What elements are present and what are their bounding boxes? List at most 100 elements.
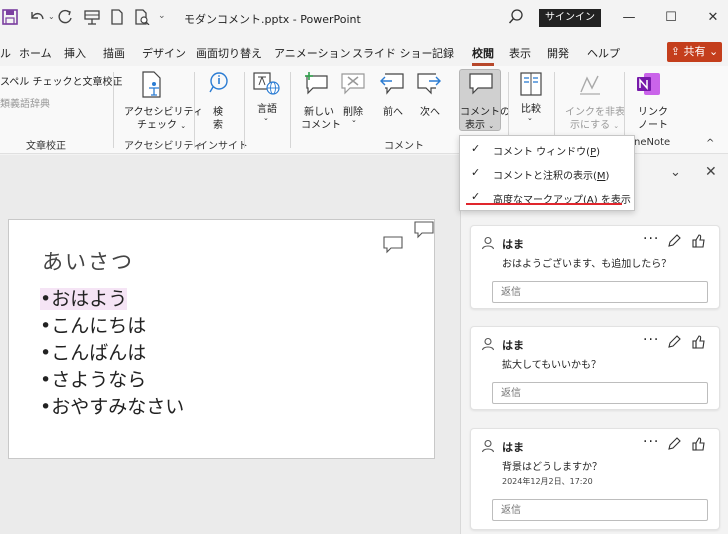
- new-comment-icon[interactable]: [303, 72, 329, 99]
- pane-options-icon[interactable]: ⌄: [670, 165, 681, 180]
- more-options-icon[interactable]: ···: [643, 332, 659, 348]
- comment-marker-icon[interactable]: [382, 235, 404, 258]
- menu-item-label: コメント ウィンドウ(P): [493, 147, 601, 158]
- slide-bullet[interactable]: •おやすみなさい: [40, 392, 184, 419]
- like-icon[interactable]: [692, 437, 706, 454]
- compare-icon[interactable]: [519, 71, 543, 100]
- tab-review[interactable]: 校閲: [472, 45, 494, 61]
- redo-icon[interactable]: [58, 9, 74, 28]
- hide-ink-label-2: 示にする ⌄: [570, 120, 620, 131]
- tab-insert[interactable]: 挿入: [64, 45, 86, 61]
- tab-developer[interactable]: 開発: [547, 45, 569, 61]
- group-insights-label: インサイト: [198, 141, 248, 152]
- delete-comment-icon[interactable]: [340, 72, 366, 99]
- accessibility-icon[interactable]: [141, 71, 163, 102]
- ribbon-divider: [244, 72, 245, 148]
- show-comments-label-2: 表示 ⌄: [465, 120, 495, 131]
- like-icon[interactable]: [692, 335, 706, 352]
- comment-text: おはようございます、も追加したら？: [502, 259, 672, 270]
- slide-bullet[interactable]: •おはよう: [40, 284, 128, 311]
- slide-bullet[interactable]: •こんばんは: [40, 338, 146, 365]
- title-bar: ⌄ ⌄ モダンコメント.pptx - PowerPoint サインイン — ☐ …: [0, 0, 728, 36]
- new-comment-label-2: コメント: [301, 120, 341, 131]
- menu-item-show-comments-notes[interactable]: ✓ コメントと注釈の表示(M): [460, 162, 636, 184]
- comment-marker-icon[interactable]: [413, 220, 435, 243]
- chevron-down-icon: ⌄: [527, 114, 533, 122]
- next-label: 次へ: [420, 107, 440, 118]
- ribbon-tabs: ル ホーム 挿入 描画 デザイン 画面切り替え アニメーション スライド ショー…: [0, 36, 728, 66]
- comment-text: 背景はどうしますか？: [502, 462, 602, 473]
- collapse-ribbon-button[interactable]: ^: [706, 138, 714, 149]
- slide-canvas[interactable]: あいさつ •おはよう •こんにちは •こんばんは •さようなら •おやすみなさい: [8, 219, 435, 459]
- comment-author: はま: [502, 339, 524, 352]
- tab-file[interactable]: ル: [0, 45, 11, 61]
- maximize-button[interactable]: ☐: [656, 6, 686, 30]
- tab-help[interactable]: ヘルプ: [587, 45, 620, 61]
- annotation-underline: [466, 203, 622, 205]
- language-label: 言語: [257, 104, 277, 115]
- menu-item-comments-pane[interactable]: ✓ コメント ウィンドウ(P): [460, 138, 636, 160]
- pane-close-button[interactable]: ✕: [705, 164, 717, 180]
- comment-card[interactable]: はま ··· 拡大してもいいかも？: [470, 326, 720, 410]
- close-button[interactable]: ✕: [698, 6, 728, 30]
- hide-ink-icon: [578, 72, 602, 99]
- chevron-down-icon: ⌄: [705, 45, 719, 58]
- more-options-icon[interactable]: ···: [643, 434, 659, 450]
- tab-record[interactable]: 記録: [432, 45, 454, 61]
- thesaurus-button[interactable]: 類義語辞典: [0, 95, 50, 110]
- smart-lookup-icon[interactable]: [209, 72, 229, 97]
- spelling-button[interactable]: スペル チェックと文章校正: [0, 73, 122, 88]
- tab-home[interactable]: ホーム: [19, 45, 52, 61]
- undo-dropdown-icon[interactable]: ⌄: [48, 12, 55, 21]
- save-icon[interactable]: [2, 9, 18, 25]
- edit-icon[interactable]: [667, 437, 681, 454]
- tab-view[interactable]: 表示: [509, 45, 531, 61]
- avatar-icon: [481, 236, 495, 253]
- tab-draw[interactable]: 描画: [103, 45, 125, 61]
- comment-card[interactable]: はま ··· 背景はどうしますか？ 2024年12月2日、17:20: [470, 428, 720, 530]
- group-proofing-label: 文章校正: [26, 141, 66, 152]
- reply-input[interactable]: [492, 499, 708, 521]
- slide-workspace: あいさつ •おはよう •こんにちは •こんばんは •さようなら •おやすみなさい: [0, 155, 460, 534]
- language-icon[interactable]: [253, 72, 281, 99]
- undo-icon[interactable]: [28, 9, 46, 28]
- slide-bullet[interactable]: •さようなら: [40, 365, 146, 392]
- ribbon-divider: [113, 72, 114, 148]
- slide-bullet[interactable]: •こんにちは: [40, 311, 146, 338]
- edit-icon[interactable]: [667, 335, 681, 352]
- avatar-icon: [481, 337, 495, 354]
- share-button[interactable]: ⇪ 共有 ⌄: [667, 42, 722, 62]
- search-icon[interactable]: [508, 9, 524, 28]
- new-file-icon[interactable]: [110, 9, 124, 28]
- linked-notes-label-2: ノート: [638, 120, 668, 131]
- comment-card[interactable]: はま ··· おはようございます、も追加したら？: [470, 225, 720, 309]
- customize-toolbar-icon[interactable]: ⌄: [158, 11, 166, 21]
- next-comment-icon[interactable]: [416, 72, 442, 99]
- previous-label: 前へ: [383, 107, 403, 118]
- signin-button[interactable]: サインイン: [539, 9, 601, 27]
- like-icon[interactable]: [692, 234, 706, 251]
- tab-design[interactable]: デザイン: [142, 45, 186, 61]
- tab-slideshow[interactable]: スライド ショー: [352, 45, 433, 61]
- search-label-2: 索: [213, 120, 223, 131]
- reply-input[interactable]: [492, 382, 708, 404]
- onenote-icon[interactable]: [636, 72, 662, 99]
- comment-author: はま: [502, 441, 524, 454]
- reply-input[interactable]: [492, 281, 708, 303]
- minimize-button[interactable]: —: [614, 6, 644, 30]
- chevron-down-icon: ⌄: [351, 116, 357, 124]
- edit-icon[interactable]: [667, 234, 681, 251]
- present-icon[interactable]: [84, 9, 100, 28]
- group-onenote-label: neNote: [634, 137, 671, 148]
- group-comments-label: コメント: [384, 141, 424, 152]
- chevron-down-icon: ⌄: [263, 114, 269, 122]
- comment-date: 2024年12月2日、17:20: [502, 477, 593, 486]
- print-preview-icon[interactable]: [134, 9, 150, 28]
- tab-transitions[interactable]: 画面切り替え: [196, 45, 262, 61]
- slide-title[interactable]: あいさつ: [42, 246, 134, 276]
- more-options-icon[interactable]: ···: [643, 231, 659, 247]
- accessibility-label-2: チェック ⌄: [137, 120, 187, 131]
- check-icon: ✓: [471, 190, 481, 203]
- tab-animations[interactable]: アニメーション: [274, 45, 351, 61]
- previous-comment-icon[interactable]: [379, 72, 405, 99]
